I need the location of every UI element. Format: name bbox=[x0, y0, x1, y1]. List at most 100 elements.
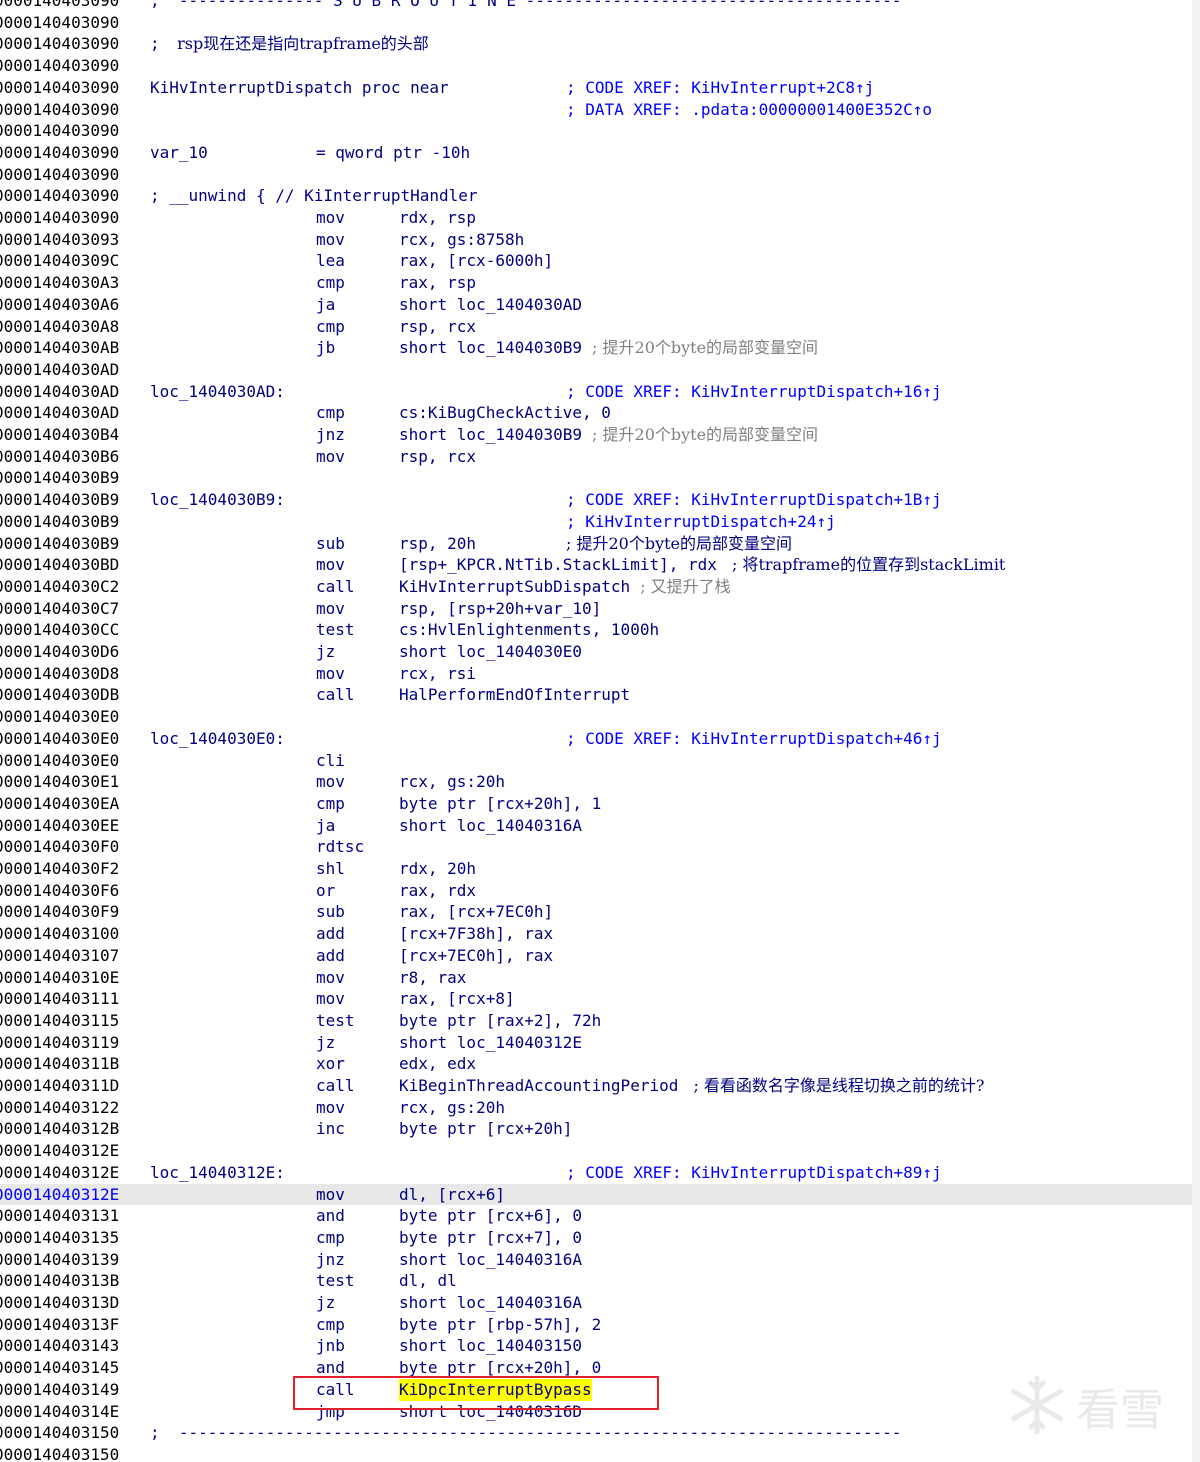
line-address: 00001404030E0 bbox=[0, 750, 120, 770]
listing-line[interactable]: 000014040311B xor edx, edx bbox=[0, 1053, 1192, 1075]
line-address: 0000140403090 bbox=[0, 0, 120, 10]
listing-line[interactable]: 0000140403107 add [rcx+7EC0h], rax bbox=[0, 945, 1192, 967]
listing-line[interactable]: 00001404030B9 bbox=[0, 467, 1192, 489]
listing-line[interactable]: 00001404030DB call HalPerformEndOfInterrup… bbox=[0, 684, 1192, 706]
listing-line[interactable]: 000014040311D call KiBeginThreadAccounting… bbox=[0, 1075, 1192, 1097]
instruction-operand: HalPerformEndOfInterrupt bbox=[399, 685, 631, 705]
instruction-operand: rsp, [rsp+20h+var_10] bbox=[399, 598, 602, 618]
listing-line[interactable]: 00001404030A6 ja short loc_1404030AD bbox=[0, 294, 1192, 316]
listing-line[interactable]: 000014040312E bbox=[0, 1140, 1192, 1162]
listing-line[interactable]: 00001404030A8 cmp rsp, rcx bbox=[0, 316, 1192, 338]
line-address: 00001404030A3 bbox=[0, 273, 120, 293]
line-address: 0000140403090 bbox=[0, 56, 120, 76]
listing-line[interactable]: 0000140403135 cmp byte ptr [rcx+7], 0 bbox=[0, 1227, 1192, 1249]
disassembly-listing[interactable]: 0000140403090 ; --------------- S U B R O… bbox=[0, 0, 1192, 1462]
listing-line[interactable]: 0000140403090 KiHvInterruptDispatch proc … bbox=[0, 77, 1192, 99]
instruction-mnemonic: jnb bbox=[316, 1336, 345, 1356]
instruction-mnemonic: add bbox=[316, 924, 345, 944]
listing-line[interactable]: 0000140403111 mov rax, [rcx+8] bbox=[0, 988, 1192, 1010]
listing-line[interactable]: 0000140403131 and byte ptr [rcx+6], 0 bbox=[0, 1205, 1192, 1227]
listing-line[interactable]: 00001404030AD cmp cs:KiBugCheckActive, 0 bbox=[0, 402, 1192, 424]
listing-line[interactable]: 0000140403090 bbox=[0, 164, 1192, 186]
listing-line[interactable]: 00001404030EA cmp byte ptr [rcx+20h], 1 bbox=[0, 793, 1192, 815]
line-address: 000014040310E bbox=[0, 967, 120, 987]
listing-line[interactable]: 0000140403150 bbox=[0, 1444, 1192, 1462]
instruction-mnemonic: and bbox=[316, 1206, 345, 1226]
line-address: 00001404030D6 bbox=[0, 642, 120, 661]
instruction-operand: rdx, rsp bbox=[399, 208, 477, 227]
line-address: 0000140403090 bbox=[0, 34, 120, 54]
listing-line[interactable]: 000014040313F cmp byte ptr [rbp-57h], 2 bbox=[0, 1314, 1192, 1336]
listing-line[interactable]: 00001404030F0 rdtsc bbox=[0, 836, 1192, 858]
listing-line[interactable]: 0000140403090 bbox=[0, 120, 1192, 142]
listing-line[interactable]: 0000140403090 bbox=[0, 55, 1192, 77]
xref-comment: ; KiHvInterruptDispatch+24↑j bbox=[566, 511, 836, 531]
listing-line[interactable]: 00001404030B9 loc_1404030B9: ; CODE XREF: … bbox=[0, 489, 1192, 511]
listing-line[interactable]: 00001404030EE ja short loc_14040316A bbox=[0, 815, 1192, 837]
listing-line[interactable]: 00001404030A3 cmp rax, rsp bbox=[0, 272, 1192, 294]
user-comment: rsp现在还是指向trapframe的头部 bbox=[172, 34, 429, 54]
listing-line[interactable]: 0000140403090 ; --------------- S U B R O… bbox=[0, 0, 1192, 12]
line-address: 00001404030AD bbox=[0, 359, 120, 379]
line-address: 000014040312B bbox=[0, 1119, 120, 1139]
listing-line[interactable]: 00001404030C2 call KiHvInterruptSubDispatc… bbox=[0, 576, 1192, 598]
instruction-mnemonic: cmp bbox=[316, 273, 345, 293]
highlight-callout-box bbox=[293, 1376, 659, 1410]
listing-line[interactable]: 000014040310E mov r8, rax bbox=[0, 967, 1192, 989]
trailing-comment: ; 提升20个byte的局部变量空间 bbox=[592, 425, 819, 444]
listing-line[interactable]: 0000140403100 add [rcx+7F38h], rax bbox=[0, 923, 1192, 945]
listing-line[interactable]: 00001404030CC test cs:HvlEnlightenments, 1… bbox=[0, 619, 1192, 641]
listing-line[interactable]: 0000140403090 mov rdx, rsp bbox=[0, 207, 1192, 229]
listing-line[interactable]: 00001404030E0 loc_1404030E0: ; CODE XREF: … bbox=[0, 728, 1192, 750]
listing-line[interactable]: 00001404030AD bbox=[0, 359, 1192, 381]
listing-line[interactable]: 00001404030B6 mov rsp, rcx bbox=[0, 446, 1192, 468]
line-address: 0000140403150 bbox=[0, 1444, 120, 1462]
listing-line[interactable]: 00001404030F6 or rax, rdx bbox=[0, 880, 1192, 902]
listing-line[interactable]: 0000140403090 ; DATA XREF: .pdata:0000000… bbox=[0, 99, 1192, 121]
line-address: 00001404030B9 bbox=[0, 533, 120, 553]
listing-line[interactable]: 00001404030E0 cli bbox=[0, 750, 1192, 772]
line-address: 0000140403107 bbox=[0, 945, 120, 965]
listing-line[interactable]: 00001404030AB jb short loc_1404030B9 ; 提升20… bbox=[0, 337, 1192, 359]
instruction-mnemonic: add bbox=[316, 945, 345, 965]
listing-line[interactable]: 0000140403090 var_10 = qword ptr -10h bbox=[0, 142, 1192, 164]
instruction-operand: rcx, rsi bbox=[399, 663, 477, 683]
line-address: 00001404030E1 bbox=[0, 772, 120, 792]
instruction-operand: rax, [rcx+7EC0h] bbox=[399, 902, 554, 922]
listing-line[interactable]: 00001404030BD mov [rsp+_KPCR.NtTib.StackLi… bbox=[0, 554, 1192, 576]
listing-line[interactable]: 0000140403090 ; __unwind { // KiInterrupt… bbox=[0, 185, 1192, 207]
listing-line[interactable]: 00001404030E1 mov rcx, gs:20h bbox=[0, 771, 1192, 793]
listing-line[interactable]: 0000140403139 jnz short loc_14040316A bbox=[0, 1249, 1192, 1271]
line-address: 00001404030EA bbox=[0, 793, 120, 813]
instruction-mnemonic: sub bbox=[316, 533, 345, 553]
listing-line[interactable]: 00001404030B9 sub rsp, 20h ; 提升20个byte的局部变量… bbox=[0, 533, 1192, 555]
listing-line[interactable]: 000014040312E mov dl, [rcx+6] bbox=[0, 1183, 1192, 1206]
listing-line[interactable]: 00001404030D6 jz short loc_1404030E0 bbox=[0, 641, 1192, 663]
instruction-mnemonic: or bbox=[316, 880, 336, 900]
listing-line[interactable]: 000014040309C lea rax, [rcx-6000h] bbox=[0, 250, 1192, 272]
listing-line[interactable]: 000014040312B inc byte ptr [rcx+20h] bbox=[0, 1118, 1192, 1140]
listing-line[interactable]: 0000140403143 jnb short loc_140403150 bbox=[0, 1335, 1192, 1357]
snowflake-logo-icon bbox=[1011, 1375, 1063, 1435]
listing-line[interactable]: 00001404030F2 shl rdx, 20h bbox=[0, 858, 1192, 880]
listing-line[interactable]: 000014040313B test dl, dl bbox=[0, 1270, 1192, 1292]
instruction-mnemonic: xor bbox=[316, 1054, 345, 1074]
listing-line[interactable]: 0000140403122 mov rcx, gs:20h bbox=[0, 1097, 1192, 1119]
listing-line[interactable]: 0000140403090; rsp现在还是指向trapframe的头部 bbox=[0, 33, 1192, 55]
listing-line[interactable]: 000014040313D jz short loc_14040316A bbox=[0, 1292, 1192, 1314]
line-address: 00001404030F2 bbox=[0, 859, 120, 878]
listing-line[interactable]: 000014040312E loc_14040312E: ; CODE XREF: … bbox=[0, 1162, 1192, 1184]
listing-line[interactable]: 00001404030AD loc_1404030AD: ; CODE XREF: … bbox=[0, 381, 1192, 403]
listing-line[interactable]: 00001404030D8 mov rcx, rsi bbox=[0, 663, 1192, 685]
listing-line[interactable]: 0000140403119 jz short loc_14040312E bbox=[0, 1032, 1192, 1054]
listing-line[interactable]: 00001404030B9 ; KiHvInterruptDispatch+24↑… bbox=[0, 511, 1192, 533]
listing-line[interactable]: 00001404030F9 sub rax, [rcx+7EC0h] bbox=[0, 901, 1192, 923]
listing-line[interactable]: 0000140403090 bbox=[0, 12, 1192, 34]
listing-line[interactable]: 00001404030B4 jnz short loc_1404030B9 ; 提升2… bbox=[0, 424, 1192, 446]
listing-line[interactable]: 0000140403093 mov rcx, gs:8758h bbox=[0, 229, 1192, 251]
vertical-scrollbar[interactable] bbox=[1192, 0, 1200, 1462]
listing-line[interactable]: 0000140403115 test byte ptr [rax+2], 72h bbox=[0, 1010, 1192, 1032]
listing-line[interactable]: 00001404030E0 bbox=[0, 706, 1192, 728]
listing-line[interactable]: 00001404030C7 mov rsp, [rsp+20h+var_10] bbox=[0, 598, 1192, 620]
instruction-operand: byte ptr [rax+2], 72h bbox=[399, 1010, 602, 1030]
